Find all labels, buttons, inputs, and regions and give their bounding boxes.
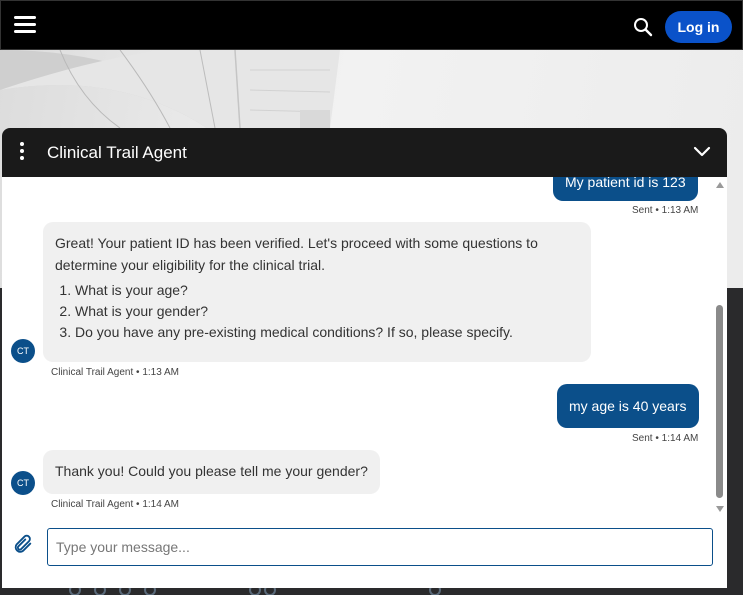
message-text: Thank you! Could you please tell me your…	[55, 463, 368, 479]
hamburger-icon[interactable]	[14, 16, 36, 34]
chat-title: Clinical Trail Agent	[47, 143, 187, 162]
scroll-down-arrow-icon[interactable]	[716, 506, 724, 512]
list-item: What is your age?	[75, 280, 579, 301]
message-text: Great! Your patient ID has been verified…	[55, 235, 538, 273]
message-input[interactable]	[47, 528, 713, 566]
avatar: CT	[11, 471, 35, 495]
message-meta: Clinical Trail Agent • 1:14 AM	[51, 499, 180, 510]
message-text: my age is 40 years	[569, 398, 687, 414]
user-message: My patient id is 123	[553, 177, 698, 201]
search-icon[interactable]	[633, 17, 653, 37]
message-list: My patient id is 123 Sent • 1:13 AM Grea…	[2, 177, 714, 517]
kebab-menu-icon[interactable]	[18, 142, 26, 164]
message-scrollbar[interactable]	[714, 180, 727, 518]
user-message: my age is 40 years	[557, 384, 699, 428]
avatar: CT	[11, 339, 35, 363]
chat-widget: Clinical Trail Agent My patient id is 12…	[2, 128, 727, 588]
question-list: What is your age? What is your gender? D…	[55, 280, 579, 343]
paperclip-icon[interactable]	[12, 533, 34, 555]
scroll-up-arrow-icon[interactable]	[716, 182, 724, 188]
message-meta: Sent • 1:14 AM	[632, 433, 699, 444]
top-nav: Log in	[0, 0, 743, 50]
message-meta: Clinical Trail Agent • 1:13 AM	[51, 367, 180, 378]
message-meta: Sent • 1:13 AM	[632, 205, 699, 216]
list-item: Do you have any pre-existing medical con…	[75, 322, 579, 343]
chat-header: Clinical Trail Agent	[2, 128, 727, 177]
agent-message: Great! Your patient ID has been verified…	[43, 222, 591, 362]
agent-message: Thank you! Could you please tell me your…	[43, 450, 380, 494]
scrollbar-thumb[interactable]	[716, 305, 723, 498]
list-item: What is your gender?	[75, 301, 579, 322]
chevron-down-icon[interactable]	[692, 142, 712, 162]
login-button[interactable]: Log in	[665, 11, 732, 43]
message-text: My patient id is 123	[565, 177, 686, 190]
